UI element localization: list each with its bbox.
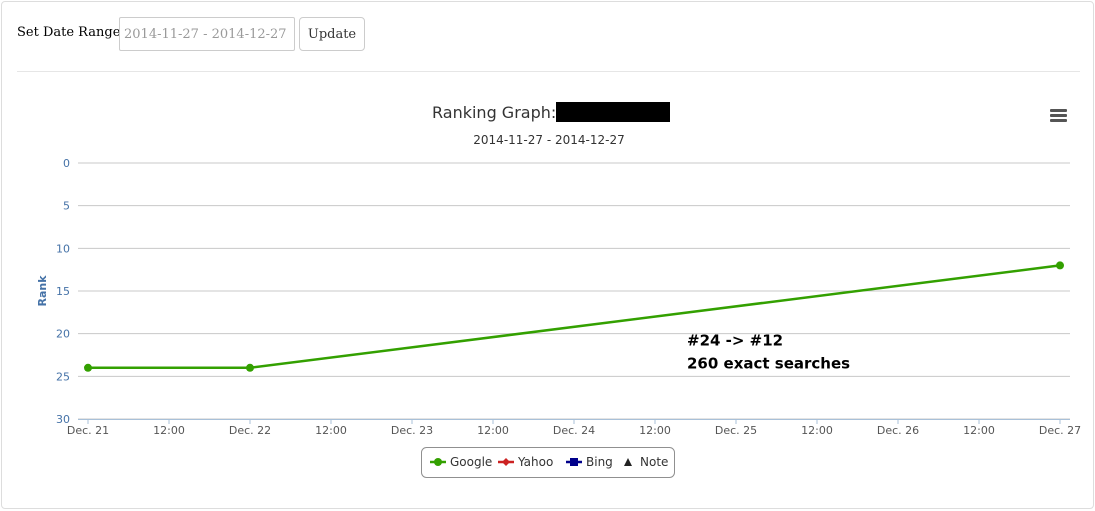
x-tick-label: Dec. 24 bbox=[553, 424, 595, 437]
legend-label-bing: Bing bbox=[586, 455, 613, 469]
data-point-google bbox=[1056, 261, 1064, 270]
y-tick-label: 20 bbox=[56, 328, 70, 341]
y-axis-title: Rank bbox=[36, 275, 49, 307]
legend-label-yahoo: Yahoo bbox=[517, 455, 553, 469]
annotation-line: #24 -> #12 bbox=[687, 331, 783, 349]
y-tick-label: 25 bbox=[56, 370, 70, 383]
redacted-title-box bbox=[556, 102, 670, 122]
legend-marker-bing bbox=[570, 458, 578, 466]
x-tick-label: Dec. 26 bbox=[877, 424, 919, 437]
y-tick-label: 10 bbox=[56, 242, 70, 255]
chart-title: Ranking Graph: bbox=[432, 103, 556, 122]
legend-label-google: Google bbox=[450, 455, 492, 469]
legend-marker-google bbox=[434, 458, 442, 466]
legend-label-note: Note bbox=[640, 455, 668, 469]
y-tick-label: 15 bbox=[56, 285, 70, 298]
ranking-chart: Ranking Graph: 2014-11-27 - 2014-12-27 0 5 1… bbox=[36, 102, 1081, 478]
data-point-google bbox=[246, 363, 254, 372]
x-tick-label: 12:00 bbox=[639, 424, 671, 437]
x-tick-label: 12:00 bbox=[315, 424, 347, 437]
annotation-line: 260 exact searches bbox=[687, 354, 850, 372]
x-tick-label: Dec. 22 bbox=[229, 424, 271, 437]
data-point-google bbox=[84, 363, 92, 372]
series-line-google bbox=[88, 264, 1061, 370]
menu-icon[interactable] bbox=[1050, 109, 1067, 122]
x-tick-label: 12:00 bbox=[477, 424, 509, 437]
x-tick-label: Dec. 27 bbox=[1039, 424, 1081, 437]
y-tick-label: 5 bbox=[63, 200, 70, 213]
y-tick-label: 0 bbox=[63, 157, 70, 170]
chart-subtitle: 2014-11-27 - 2014-12-27 bbox=[473, 133, 624, 147]
x-tick-label: Dec. 25 bbox=[715, 424, 757, 437]
x-tick-label: Dec. 23 bbox=[391, 424, 433, 437]
x-tick-label: 12:00 bbox=[963, 424, 995, 437]
x-tick-label: 12:00 bbox=[801, 424, 833, 437]
x-tick-label: 12:00 bbox=[153, 424, 185, 437]
x-tick-label: Dec. 21 bbox=[67, 424, 109, 437]
